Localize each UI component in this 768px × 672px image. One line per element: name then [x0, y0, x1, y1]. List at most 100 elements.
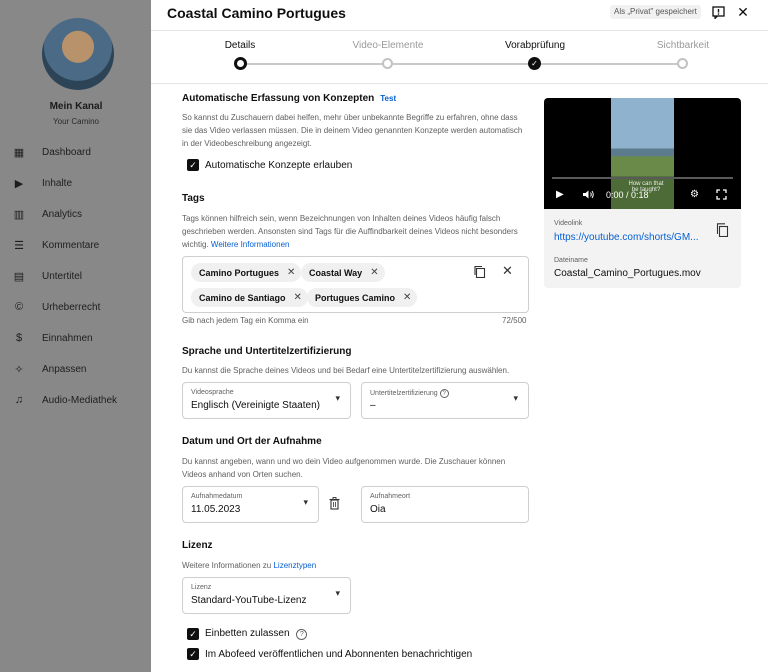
step-visibility[interactable]: Sichtbarkeit	[628, 40, 738, 51]
saved-status-badge: Als „Privat" gespeichert	[610, 5, 701, 19]
filename-value: Coastal_Camino_Portugues.mov	[554, 268, 701, 279]
comments-icon: ☰	[14, 239, 24, 252]
recording-date-value: 11.05.2023	[191, 504, 241, 515]
tag-chip: Portugues Camino ✕	[307, 288, 418, 307]
studio-sidebar: Mein Kanal Your Camino ▦ Dashboard ▶ Inh…	[0, 0, 152, 672]
tag-chip-label: Coastal Way	[309, 267, 363, 278]
step-connector	[246, 63, 388, 65]
recording-location-input[interactable]: Aufnahmeort Oia	[361, 486, 529, 523]
concepts-section-title: Automatische Erfassung von Konzepten Test	[182, 93, 396, 104]
sidebar-item-dashboard[interactable]: ▦ Dashboard	[12, 141, 91, 163]
settings-button[interactable]: ⚙	[690, 189, 699, 200]
copy-icon	[716, 223, 729, 238]
channel-subtitle: Your Camino	[53, 117, 99, 126]
remove-tag-icon[interactable]: ✕	[370, 267, 378, 278]
tag-chip: Camino de Santiago ✕	[191, 288, 308, 307]
chevron-down-icon: ▾	[335, 588, 340, 598]
notify-subscribers-checkbox[interactable]: ✓	[187, 648, 199, 660]
sidebar-item-audio-library[interactable]: ♫ Audio-Mediathek	[12, 389, 117, 411]
auto-concepts-label: Automatische Konzepte erlauben	[205, 160, 353, 171]
video-player[interactable]: How can that be taught? ▶ 0:00 / 0:18 ⚙	[544, 98, 741, 209]
step-details[interactable]: Details	[185, 40, 295, 51]
help-icon[interactable]: ?	[296, 629, 308, 640]
sidebar-item-copyright[interactable]: © Urheberrecht	[12, 296, 100, 318]
close-icon: ✕	[737, 3, 749, 20]
dialog-title: Coastal Camino Portugues	[167, 5, 346, 21]
sidebar-item-earnings[interactable]: $ Einnahmen	[12, 327, 93, 349]
step-connector	[540, 63, 683, 65]
dashboard-icon: ▦	[13, 146, 25, 159]
recording-location-value: Oia	[370, 504, 386, 515]
gear-icon: ⚙	[690, 189, 699, 200]
tags-more-info-link[interactable]: Weitere Informationen	[211, 240, 290, 249]
play-icon: ▶	[556, 189, 564, 200]
remove-tag-icon[interactable]: ✕	[294, 292, 302, 303]
sidebar-item-analytics[interactable]: ▥ Analytics	[12, 203, 82, 225]
trash-icon	[329, 497, 340, 510]
step-indicator-todo	[677, 58, 688, 69]
help-icon[interactable]: ?	[439, 389, 449, 398]
auto-concepts-checkbox[interactable]: ✓	[187, 159, 199, 171]
remove-tag-icon[interactable]: ✕	[403, 292, 411, 303]
tags-hint: Gib nach jedem Tag ein Komma ein	[182, 316, 309, 325]
sidebar-item-customize[interactable]: ✧ Anpassen	[12, 358, 86, 380]
license-select[interactable]: Lizenz Standard-YouTube-Lizenz ▾	[182, 577, 351, 614]
remove-tag-icon[interactable]: ✕	[287, 267, 295, 278]
fullscreen-icon	[716, 189, 727, 200]
sidebar-item-label: Kommentare	[42, 239, 100, 251]
volume-icon	[583, 190, 594, 199]
video-progress-bar[interactable]	[552, 177, 733, 179]
feedback-button[interactable]	[710, 4, 726, 20]
allow-embedding-label-row: Einbetten zulassen ?	[205, 628, 308, 640]
delete-date-button[interactable]	[329, 497, 340, 515]
video-link[interactable]: https://youtube.com/shorts/GM...	[554, 232, 699, 243]
channel-avatar[interactable]	[42, 18, 114, 90]
sidebar-item-label: Anpassen	[42, 363, 87, 375]
concepts-description: So kannst du Zuschauern dabei helfen, me…	[182, 113, 523, 148]
recording-description: Du kannst angeben, wann und wo dein Vide…	[182, 457, 506, 479]
tags-input[interactable]: Camino Portugues ✕ Coastal Way ✕ Camino de…	[182, 256, 529, 313]
license-description: Weitere Informationen zu Lizenztypen	[182, 559, 528, 572]
video-language-select[interactable]: Videosprache Englisch (Vereinigte Staate…	[182, 382, 351, 419]
copy-tags-button[interactable]	[473, 265, 487, 279]
video-preview-card: How can that be taught? ▶ 0:00 / 0:18 ⚙ …	[544, 98, 741, 288]
close-button[interactable]: ✕	[735, 4, 751, 20]
step-video-elements[interactable]: Video-Elemente	[333, 40, 443, 51]
chevron-down-icon: ▾	[303, 497, 308, 507]
sidebar-item-content[interactable]: ▶ Inhalte	[12, 172, 72, 194]
tag-chip-label: Portugues Camino	[315, 292, 396, 303]
analytics-icon: ▥	[13, 208, 25, 221]
clear-tags-button[interactable]: ✕	[502, 263, 513, 279]
recording-location-label: Aufnahmeort	[370, 493, 411, 500]
play-button[interactable]: ▶	[556, 189, 564, 200]
sidebar-item-label: Urheberrecht	[42, 301, 101, 313]
sidebar-item-comments[interactable]: ☰ Kommentare	[12, 234, 99, 256]
video-language-value: Englisch (Vereinigte Staaten)	[191, 400, 320, 411]
feedback-icon	[711, 5, 725, 19]
subtitles-icon: ▤	[13, 270, 25, 283]
copy-link-button[interactable]	[716, 223, 729, 242]
license-value: Standard-YouTube-Lizenz	[191, 595, 307, 606]
license-types-link[interactable]: Lizenztypen	[273, 561, 316, 570]
allow-embedding-checkbox[interactable]: ✓	[187, 628, 199, 640]
filename-label: Dateiname	[554, 257, 588, 264]
recording-section-title: Datum und Ort der Aufnahme	[182, 436, 322, 447]
content-icon: ▶	[14, 177, 24, 190]
sidebar-item-subtitles[interactable]: ▤ Untertitel	[12, 265, 82, 287]
tags-section-title: Tags	[182, 193, 205, 204]
chevron-down-icon: ▾	[513, 393, 518, 403]
tag-chip-label: Camino de Santiago	[199, 292, 286, 303]
header-divider	[151, 30, 768, 31]
tag-chip: Coastal Way ✕	[301, 263, 385, 282]
step-checks[interactable]: Vorabprüfung	[480, 40, 590, 51]
notify-subscribers-label: Im Abofeed veröffentlichen und Abonnente…	[205, 649, 473, 660]
fullscreen-button[interactable]	[716, 189, 727, 203]
video-language-label: Videosprache	[191, 389, 234, 396]
caption-certification-label-row: Untertitelzertifizierung ?	[370, 389, 449, 398]
copy-icon	[474, 265, 486, 279]
language-section-title: Sprache und Untertitelzertifizierung	[182, 346, 352, 357]
caption-certification-select[interactable]: Untertitelzertifizierung ? – ▾	[361, 382, 529, 419]
recording-date-select[interactable]: Aufnahmedatum 11.05.2023 ▾	[182, 486, 319, 523]
volume-button[interactable]	[582, 189, 595, 203]
concepts-title-text: Automatische Erfassung von Konzepten	[182, 93, 375, 104]
